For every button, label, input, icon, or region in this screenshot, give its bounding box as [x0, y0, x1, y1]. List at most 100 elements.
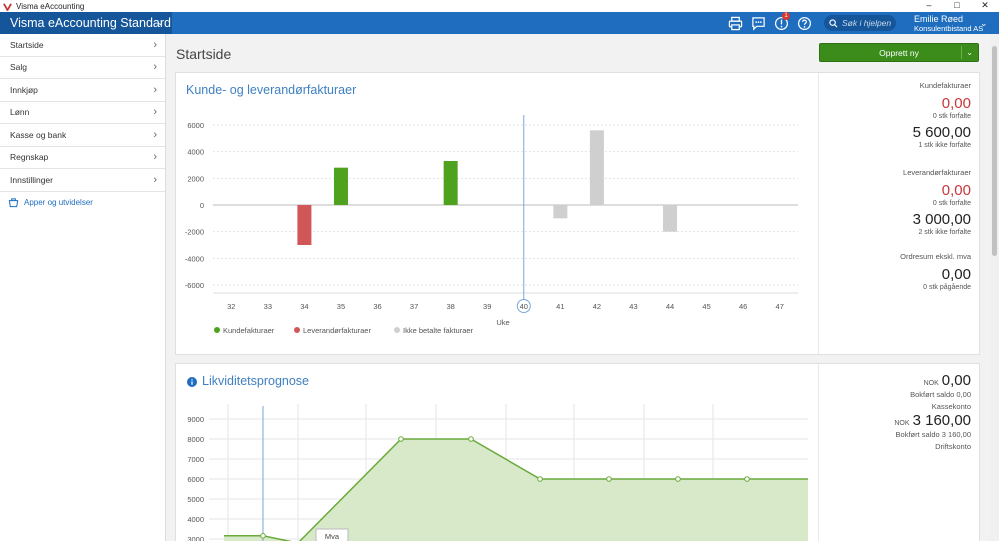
sidebar-item-label: Kasse og bank [10, 129, 67, 140]
x-tick-label: 32 [227, 302, 235, 311]
sidebar-item-lonn[interactable]: Lønn › [0, 102, 165, 124]
create-new-label: Opprett ny [879, 47, 919, 58]
chevron-right-icon: › [153, 106, 157, 119]
summary-label: Kundefakturaer [919, 81, 971, 90]
not-due-amount: 3 000,00 [912, 211, 971, 228]
product-switcher[interactable]: Visma eAccounting Standard ⌄ [0, 12, 172, 34]
apps-label: Apper og utvidelser [24, 197, 93, 207]
data-point [606, 476, 612, 482]
create-new-button[interactable]: Opprett ny ⌄ [819, 43, 979, 62]
sidebar-item-innkjop[interactable]: Innkjøp › [0, 79, 165, 102]
x-tick-label: 45 [702, 302, 710, 311]
y-tick-label: 4000 [187, 148, 204, 157]
sidebar-item-innstillinger[interactable]: Innstillinger › [0, 169, 165, 192]
x-tick-label: 38 [446, 302, 454, 311]
window-titlebar: Visma eAccounting – □ ✕ [0, 0, 999, 12]
invoices-bar-chart: 6000 4000 2000 0 -2000 -4000 -6000 32 33 34 35 36 37… [185, 115, 798, 335]
operating-account-summary[interactable]: NOK 3 160,00 Bokført saldo 3 160,00 Drif… [894, 412, 971, 451]
sidebar-item-salg[interactable]: Salg › [0, 57, 165, 79]
page-scrollbar[interactable] [990, 34, 999, 541]
not-due-amount: 5 600,00 [912, 124, 971, 141]
sidebar-item-regnskap[interactable]: Regnskap › [0, 147, 165, 169]
page-title: Startside [176, 46, 232, 62]
booked-balance: Bokført saldo 3 160,00 [895, 430, 971, 439]
bar [589, 130, 604, 205]
scrollbar-thumb[interactable] [992, 46, 997, 256]
x-tick-label: 46 [739, 302, 747, 311]
apps-link[interactable]: Apper og utvidelser [0, 192, 165, 213]
order-count: 0 stk pågående [923, 284, 971, 291]
bar [297, 205, 312, 245]
y-tick-label: 7000 [187, 455, 204, 464]
x-tick-label: 36 [373, 302, 381, 311]
x-tick-label: 37 [410, 302, 418, 311]
legend-label: Ikke betalte fakturaer [403, 326, 474, 335]
legend-marker [294, 327, 300, 333]
window-title: Visma eAccounting [16, 1, 85, 11]
y-tick-label: -4000 [185, 254, 204, 263]
chat-icon[interactable] [749, 14, 767, 32]
legend-label: Kundefakturaer [223, 326, 275, 335]
sidebar-item-label: Innstillinger [10, 174, 53, 185]
account-name: Driftskonto [935, 442, 971, 451]
chevron-down-icon: ⌄ [966, 48, 973, 57]
liquidity-area-chart: 9000 8000 7000 6000 5000 4000 3000 Mva [187, 404, 808, 541]
data-point [260, 533, 266, 539]
visma-logo-icon [3, 2, 12, 11]
legend-label: Leverandørfakturaer [303, 326, 371, 335]
currency-label: NOK [894, 420, 910, 427]
not-due-count: 1 stk ikke forfalte [918, 142, 971, 149]
data-point [744, 476, 750, 482]
cash-account-summary[interactable]: NOK 0,00 Bokført saldo 0,00 Kassekonto [910, 372, 971, 411]
sidebar-item-startside[interactable]: Startside › [0, 34, 165, 57]
account-amount: 3 160,00 [912, 412, 971, 429]
currency-label: NOK [923, 380, 939, 387]
print-icon[interactable] [726, 14, 744, 32]
account-name: Kassekonto [931, 402, 971, 411]
bar [553, 205, 568, 219]
x-tick-label: 43 [629, 302, 637, 311]
search-input[interactable] [842, 18, 896, 28]
maximize-button[interactable]: □ [943, 0, 971, 12]
chevron-right-icon: › [153, 128, 157, 141]
data-point [537, 476, 543, 482]
chevron-right-icon: › [153, 83, 157, 96]
chevron-down-icon[interactable]: ⌄ [980, 18, 988, 29]
overdue-count: 0 stk forfalte [932, 113, 971, 120]
legend-marker [394, 327, 400, 333]
order-amount: 0,00 [941, 266, 971, 283]
x-axis-label: Uke [496, 318, 509, 327]
y-tick-label: 2000 [187, 174, 204, 183]
y-tick-label: -6000 [185, 281, 204, 290]
x-tick-label: 47 [776, 302, 784, 311]
notification-icon[interactable]: 1 [772, 12, 790, 32]
sidebar-item-kasse-og-bank[interactable]: Kasse og bank › [0, 124, 165, 147]
chevron-right-icon: › [153, 38, 157, 51]
y-tick-label: 9000 [187, 415, 204, 424]
y-tick-label: 6000 [187, 475, 204, 484]
account-amount: 0,00 [941, 372, 971, 389]
customer-invoices-summary[interactable]: Kundefakturaer 0,00 0 stk forfalte 5 600… [913, 81, 971, 149]
x-tick-label: 35 [337, 302, 345, 311]
not-due-count: 2 stk ikke forfalte [918, 229, 971, 236]
orders-summary[interactable]: Ordresum ekskl. mva 0,00 0 stk pågående [900, 252, 971, 291]
minimize-button[interactable]: – [915, 0, 943, 12]
search-icon [829, 18, 838, 27]
help-search[interactable] [824, 15, 896, 31]
sidebar-item-label: Lønn [10, 107, 30, 118]
x-tick-label: 41 [556, 302, 564, 311]
y-tick-label: 0 [200, 201, 204, 210]
supplier-invoices-summary[interactable]: Leverandørfakturaer 0,00 0 stk forfalte … [903, 168, 971, 236]
sidebar-item-label: Innkjøp [10, 84, 38, 95]
user-menu[interactable]: Emilie Røed Konsulentbistand AS [914, 14, 983, 34]
booked-balance: Bokført saldo 0,00 [910, 390, 971, 399]
area-fill [224, 439, 808, 541]
help-icon[interactable] [795, 14, 813, 32]
sidebar-item-label: Regnskap [10, 152, 49, 163]
y-tick-label: 5000 [187, 495, 204, 504]
invoices-widget: Kunde- og leverandørfakturaer 6000 4000 20… [175, 72, 980, 355]
user-name: Emilie Røed [914, 14, 964, 24]
legend-marker [214, 327, 220, 333]
data-point [398, 436, 404, 442]
close-button[interactable]: ✕ [971, 0, 999, 12]
